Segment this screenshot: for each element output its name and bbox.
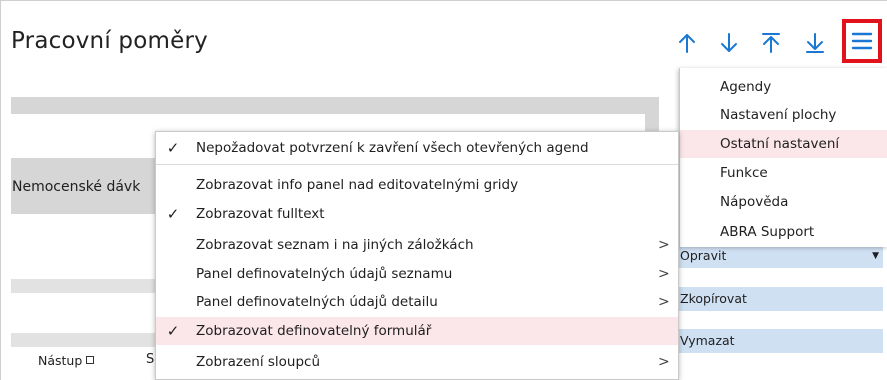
setting-label: Zobrazovat seznam i na jiných záložkách [196,237,474,253]
filter-box-icon[interactable] [86,356,95,364]
arrow-to-bottom-icon[interactable] [800,28,830,58]
column-header-s[interactable]: S [146,352,154,367]
chevron-right-icon: > [658,354,670,370]
edit-button[interactable]: Opravit ▼ [678,244,883,268]
window-left-border [0,0,1,380]
window-top-border [0,0,887,1]
hamburger-menu-icon [851,32,873,50]
arrow-up-icon[interactable] [672,28,702,58]
main-menu-dropdown: Agendy Nastavení plochy Ostatní nastaven… [679,68,887,247]
setting-list-on-tabs[interactable]: Zobrazovat seznam i na jiných záložkách … [156,231,678,259]
menu-item-ostatni-nastaveni[interactable]: Ostatní nastavení [680,130,887,158]
page-title: Pracovní poměry [11,28,208,54]
chevron-right-icon: > [658,237,670,253]
menu-item-nastaveni-plochy[interactable]: Nastavení plochy [680,101,887,129]
setting-label: Zobrazení sloupců [196,354,321,370]
main-menu-button[interactable] [842,19,882,63]
checkmark-icon: ✓ [166,322,180,340]
setting-fulltext[interactable]: ✓ Zobrazovat fulltext [156,200,678,228]
arrow-to-top-icon[interactable] [756,28,786,58]
panel-divider [11,333,156,347]
setting-info-panel[interactable]: Zobrazovat info panel nad editovatelnými… [156,171,678,199]
setting-label: Panel definovatelných údajů seznamu [196,266,453,282]
dropdown-caret-icon[interactable]: ▼ [872,244,879,268]
setting-list-fields-panel[interactable]: Panel definovatelných údajů seznamu > [156,260,678,288]
setting-column-display[interactable]: Zobrazení sloupců > [156,348,678,376]
edit-button-label: Opravit [680,248,727,263]
chevron-right-icon: > [658,266,670,282]
menu-item-napoveda[interactable]: Nápověda [680,188,887,216]
setting-label: Panel definovatelných údajů detailu [196,294,438,310]
setting-definable-form[interactable]: ✓ Zobrazovat definovatelný formulář [156,317,678,345]
arrow-down-icon[interactable] [714,28,744,58]
panel-header-band [11,97,659,114]
section-label[interactable]: Nemocenské dávk [12,179,140,195]
menu-item-funkce[interactable]: Funkce [680,159,887,187]
checkmark-icon: ✓ [166,139,180,157]
setting-no-close-confirmation[interactable]: ✓ Nepožadovat potvrzení k zavření všech … [156,134,678,162]
panel-divider [11,279,156,293]
column-header-label: Nástup [38,353,83,368]
delete-button[interactable]: Vymazat [678,329,883,353]
setting-label: Zobrazovat definovatelný formulář [196,323,432,339]
column-header-nastup[interactable]: Nástup [38,353,95,368]
menu-separator [156,164,678,165]
menu-item-agendy[interactable]: Agendy [680,73,887,101]
setting-label: Nepožadovat potvrzení k zavření všech ot… [196,140,589,156]
chevron-right-icon: > [658,294,670,310]
menu-item-abra-support[interactable]: ABRA Support [680,218,887,246]
copy-button[interactable]: Zkopírovat [678,287,883,311]
setting-label: Zobrazovat fulltext [196,206,325,222]
setting-label: Zobrazovat info panel nad editovatelnými… [196,177,519,193]
setting-detail-fields-panel[interactable]: Panel definovatelných údajů detailu > [156,288,678,316]
settings-submenu: ✓ Nepožadovat potvrzení k zavření všech … [155,131,679,380]
checkmark-icon: ✓ [166,205,180,223]
